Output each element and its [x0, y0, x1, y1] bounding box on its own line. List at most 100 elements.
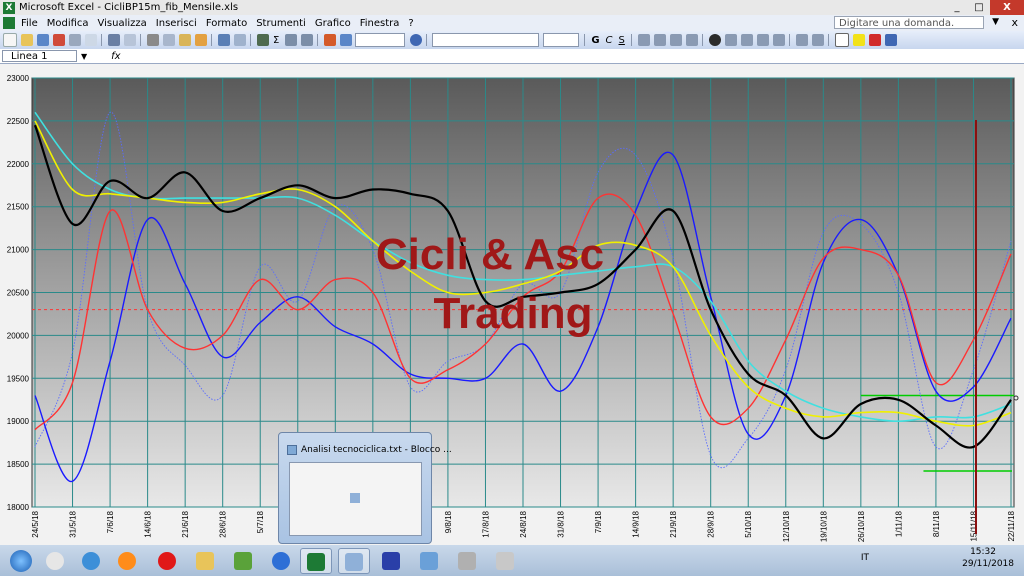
menu-help[interactable]: ?: [408, 18, 413, 29]
taskbar-app-12[interactable]: [452, 548, 484, 574]
formula-bar: Linea 1 ▼ fx: [0, 49, 1024, 64]
toolbar-separator: [584, 34, 586, 46]
increase-indent-icon[interactable]: [811, 34, 824, 46]
x-tick-label: 9/8/18: [444, 510, 453, 533]
bold-button[interactable]: G: [591, 35, 599, 46]
notepad-taskbar-icon: [345, 553, 363, 571]
taskbar-app-3[interactable]: [112, 548, 144, 574]
x-tick-label: 17/8/18: [481, 510, 490, 537]
taskbar-app-5[interactable]: [190, 548, 222, 574]
print-icon[interactable]: [69, 34, 81, 46]
menu-strumenti[interactable]: Strumenti: [256, 18, 306, 29]
watermark-line-1: Cicli & Asc: [376, 230, 604, 279]
font-color-icon[interactable]: [868, 34, 881, 46]
y-tick-label: 20000: [7, 331, 30, 340]
taskbar-app-10[interactable]: [376, 548, 408, 574]
x-tick-label: 31/5/18: [69, 510, 78, 537]
taskbar-notepad[interactable]: [338, 548, 370, 574]
fx-icon[interactable]: fx: [111, 51, 120, 62]
preview-thumbnail[interactable]: [289, 462, 422, 536]
x-tick-label: 26/10/18: [857, 510, 866, 542]
x-tick-label: 31/8/18: [557, 510, 566, 537]
underline-button[interactable]: S: [619, 35, 625, 46]
chrome-icon: [272, 552, 290, 570]
save-icon[interactable]: [37, 34, 49, 46]
decrease-decimal-icon[interactable]: [772, 34, 785, 46]
taskbar-app-6[interactable]: [228, 548, 260, 574]
y-tick-label: 21000: [7, 246, 30, 255]
undo-icon[interactable]: [218, 34, 230, 46]
ask-dropdown-icon[interactable]: ▼: [992, 17, 999, 27]
taskbar-app-11[interactable]: [414, 548, 446, 574]
font-size-combo[interactable]: [543, 33, 580, 47]
currency-icon[interactable]: [708, 34, 721, 46]
merge-center-icon[interactable]: [685, 34, 698, 46]
spelling-icon[interactable]: [108, 34, 120, 46]
menu-file[interactable]: File: [21, 18, 38, 29]
increase-decimal-icon[interactable]: [756, 34, 769, 46]
align-right-icon[interactable]: [669, 34, 682, 46]
toolbar-separator: [827, 34, 829, 46]
menu-finestra[interactable]: Finestra: [360, 18, 400, 29]
autosum-icon[interactable]: Σ: [273, 35, 279, 46]
workbook-icon[interactable]: [3, 17, 15, 29]
taskbar-app-13[interactable]: [490, 548, 522, 574]
borders-icon[interactable]: [834, 33, 849, 47]
align-left-icon[interactable]: [637, 34, 650, 46]
chart[interactable]: 18000 18500 19000 19500 20000 20500 21000 21500…: [0, 64, 1024, 545]
menu-modifica[interactable]: Modifica: [47, 18, 89, 29]
drawing-icon[interactable]: [340, 34, 353, 46]
open-icon[interactable]: [21, 34, 33, 46]
format-painter-icon[interactable]: [195, 34, 207, 46]
x-tick-label: 14/6/18: [144, 510, 153, 537]
cut-icon[interactable]: [147, 34, 159, 46]
paste-icon[interactable]: [179, 34, 191, 46]
italic-button[interactable]: C: [606, 35, 613, 46]
ask-question-input[interactable]: Digitare una domanda.: [834, 16, 984, 29]
help-icon[interactable]: [410, 34, 423, 46]
taskbar-preview[interactable]: Analisi tecnociclica.txt - Blocco ...: [278, 432, 452, 544]
taskbar-app-2[interactable]: [76, 548, 108, 574]
menu-inserisci[interactable]: Inserisci: [156, 18, 197, 29]
clock-date[interactable]: 29/11/2018: [962, 559, 1014, 569]
percent-icon[interactable]: [724, 34, 737, 46]
zoom-combo[interactable]: [355, 33, 406, 47]
sort-ascending-icon[interactable]: [285, 34, 298, 46]
minimize-button[interactable]: _: [946, 0, 968, 15]
windows-start-icon: [10, 550, 32, 572]
redo-icon[interactable]: [234, 34, 246, 46]
taskbar-app-4[interactable]: [152, 548, 184, 574]
align-center-icon[interactable]: [653, 34, 666, 46]
name-box-dropdown-icon[interactable]: ▼: [81, 52, 87, 61]
document-close-button[interactable]: x: [1011, 16, 1018, 29]
fill-color-icon[interactable]: [852, 34, 865, 46]
taskbar-app-7[interactable]: [266, 548, 298, 574]
document-icon: [350, 493, 360, 503]
permission-icon[interactable]: [53, 34, 65, 46]
maximize-button[interactable]: □: [968, 0, 990, 15]
start-button[interactable]: [4, 548, 40, 574]
comma-style-icon[interactable]: [740, 34, 753, 46]
x-tick-label: 15/11/18: [969, 510, 978, 541]
calculator-icon: [496, 552, 514, 570]
decrease-indent-icon[interactable]: [795, 34, 808, 46]
menu-visualizza[interactable]: Visualizza: [98, 18, 147, 29]
font-name-combo[interactable]: [432, 33, 540, 47]
name-box[interactable]: Linea 1: [2, 50, 77, 62]
sort-descending-icon[interactable]: [301, 34, 314, 46]
copy-icon[interactable]: [163, 34, 175, 46]
toolbar-options-icon[interactable]: [884, 34, 897, 46]
research-icon[interactable]: [124, 34, 136, 46]
language-indicator[interactable]: IT: [861, 553, 869, 563]
hyperlink-icon[interactable]: [257, 34, 269, 46]
menu-formato[interactable]: Formato: [206, 18, 247, 29]
chart-wizard-icon[interactable]: [324, 34, 337, 46]
clock-time[interactable]: 15:32: [970, 547, 996, 557]
new-icon[interactable]: [3, 33, 17, 47]
print-preview-icon[interactable]: [85, 34, 97, 46]
taskbar-excel[interactable]: [300, 548, 332, 574]
taskbar-app-1[interactable]: [40, 548, 72, 574]
close-button[interactable]: X: [990, 0, 1024, 15]
menu-grafico[interactable]: Grafico: [315, 18, 351, 29]
x-tick-label: 22/11/18: [1007, 510, 1016, 541]
